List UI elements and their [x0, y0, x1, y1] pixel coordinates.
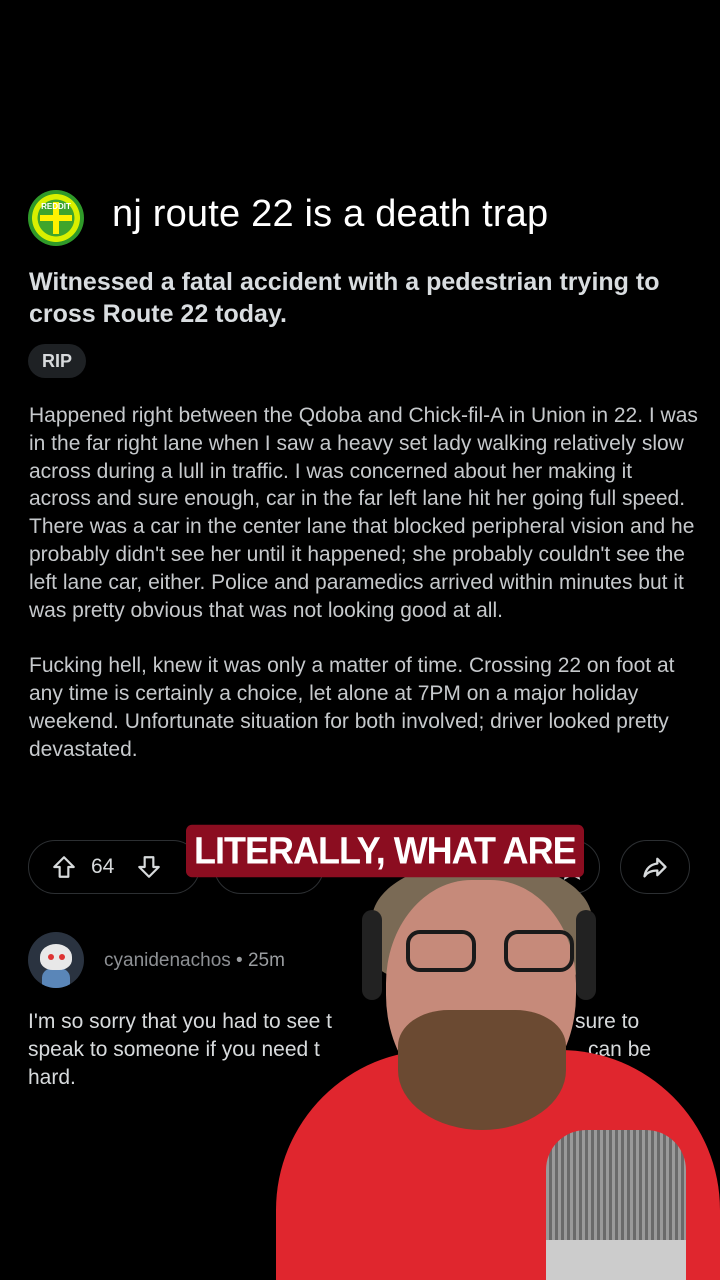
post-body: Happened right between the Qdoba and Chi… [29, 402, 699, 791]
post-body-paragraph: Fucking hell, knew it was only a matter … [29, 654, 675, 761]
comment-avatar[interactable] [28, 932, 84, 988]
upvote-icon[interactable] [51, 854, 77, 880]
upvote-count: 64 [91, 855, 115, 878]
post-body-paragraph: Happened right between the Qdoba and Chi… [29, 404, 698, 622]
vote-bar: 64 [28, 840, 200, 894]
subreddit-title[interactable]: nj route 22 is a death trap [112, 190, 548, 238]
comment-username[interactable]: cyanidenachos [104, 950, 231, 971]
comment-meta: cyanidenachos • 25m [104, 950, 285, 972]
subreddit-avatar[interactable]: REDDIT [28, 190, 84, 246]
post-title: Witnessed a fatal accident with a pedest… [29, 268, 660, 328]
comment-text: hard. [28, 1065, 76, 1089]
post-flair[interactable]: RIP [28, 344, 87, 378]
downvote-icon[interactable] [136, 854, 162, 880]
meta-separator: • [236, 950, 243, 971]
video-overlay-person [276, 840, 720, 1280]
video-caption: LITERALLY, WHAT ARE [186, 824, 584, 878]
subreddit-avatar-text: REDDIT [41, 202, 71, 211]
subreddit-header: REDDIT nj route 22 is a death trap [28, 188, 708, 248]
